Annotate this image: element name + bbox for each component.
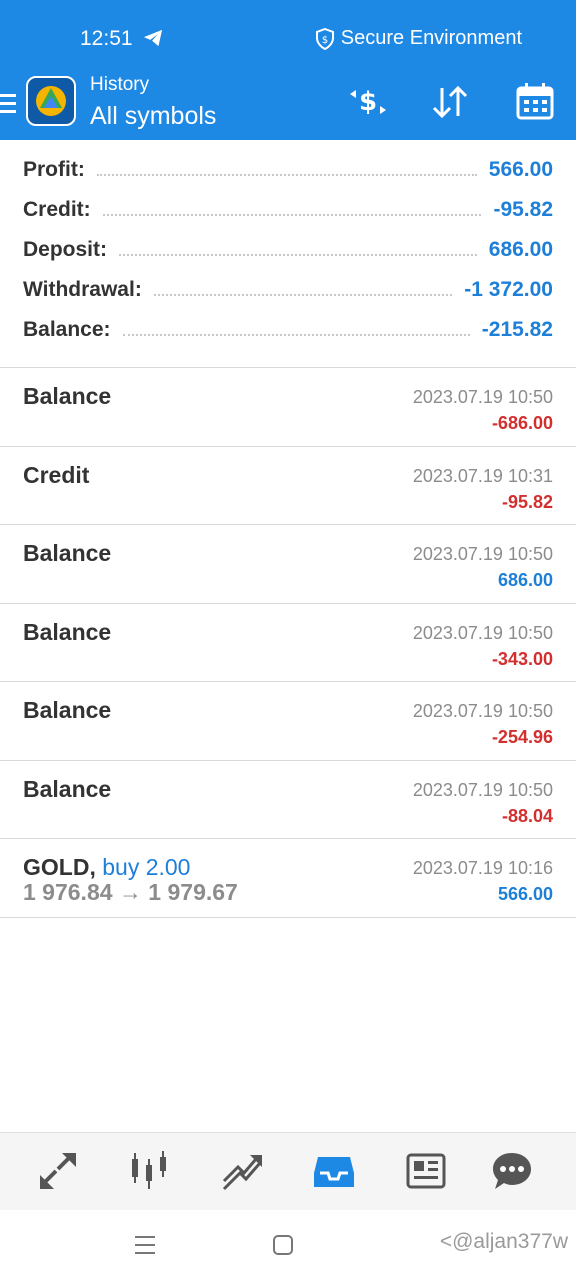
system-navigation-bar: <@aljan377w xyxy=(0,1210,576,1280)
summary-value: 566.00 xyxy=(488,158,553,181)
app-bar: History All symbols $ xyxy=(0,70,576,140)
deal-name: Balance xyxy=(23,383,112,409)
shield-icon: $ xyxy=(315,27,334,50)
history-list: Balance 2023.07.19 10:50 -686.00 Credit … xyxy=(0,367,576,918)
deal-time: 2023.07.19 10:31 xyxy=(412,465,553,486)
summary-row-profit: Profit: 566.00 xyxy=(0,150,576,190)
recent-apps-icon[interactable] xyxy=(132,1232,158,1258)
home-icon[interactable] xyxy=(270,1232,296,1258)
dotted-leader xyxy=(102,214,482,216)
history-summary: Profit: 566.00 Credit: -95.82 Deposit: 6… xyxy=(0,150,576,350)
list-item[interactable]: Balance 2023.07.19 10:50 -254.96 xyxy=(0,682,576,761)
trade-symbol: GOLD, xyxy=(23,854,96,880)
trade-action: buy 2.00 xyxy=(102,854,191,880)
deal-name: Balance xyxy=(23,618,112,645)
trade-prices: 1 976.84 → 1 979.67 xyxy=(23,879,238,905)
summary-label: Credit: xyxy=(23,198,91,221)
list-item[interactable]: Balance 2023.07.19 10:50 -686.00 xyxy=(0,368,576,447)
dotted-leader xyxy=(153,294,453,296)
quotes-icon[interactable] xyxy=(36,1149,80,1193)
summary-row-credit: Credit: -95.82 xyxy=(0,190,576,230)
svg-text:$: $ xyxy=(322,35,328,46)
summary-row-deposit: Deposit: 686.00 xyxy=(0,230,576,270)
summary-value: -1 372.00 xyxy=(464,278,553,301)
trade-icon[interactable] xyxy=(220,1149,264,1193)
summary-value: -215.82 xyxy=(481,318,553,341)
deal-time: 2023.07.19 10:50 xyxy=(412,779,553,800)
metatrader-logo-icon xyxy=(36,86,66,116)
deal-name: Balance xyxy=(23,775,112,802)
deal-name: Credit xyxy=(23,461,90,488)
deal-amount: 686.00 xyxy=(497,570,553,590)
currency-exchange-icon[interactable]: $ xyxy=(346,82,390,122)
appbar-title[interactable]: All symbols xyxy=(90,102,216,131)
summary-row-balance: Balance: -215.82 xyxy=(0,310,576,350)
deal-time: 2023.07.19 10:50 xyxy=(412,701,553,721)
deal-time: 2023.07.19 10:50 xyxy=(412,544,553,564)
deal-time: 2023.07.19 10:50 xyxy=(412,387,553,407)
appbar-subtitle: History xyxy=(90,74,150,95)
bottom-nav xyxy=(0,1132,576,1210)
deal-amount: -343.00 xyxy=(491,648,553,669)
deal-amount: -686.00 xyxy=(491,413,553,433)
deal-amount: 566.00 xyxy=(497,884,553,904)
messages-icon[interactable] xyxy=(490,1149,534,1193)
history-icon[interactable] xyxy=(312,1149,356,1193)
summary-row-withdrawal: Withdrawal: -1 372.00 xyxy=(0,270,576,310)
list-item[interactable]: Balance 2023.07.19 10:50 686.00 xyxy=(0,525,576,604)
deal-amount: -88.04 xyxy=(501,805,553,826)
dotted-leader xyxy=(122,334,470,336)
list-item[interactable]: Balance 2023.07.19 10:50 -343.00 xyxy=(0,604,576,682)
chart-icon[interactable] xyxy=(128,1149,172,1193)
status-time: 12:51 xyxy=(80,27,133,50)
telegram-icon xyxy=(143,29,163,47)
summary-label: Profit: xyxy=(23,158,85,181)
calendar-icon[interactable] xyxy=(513,82,557,122)
deal-amount: -254.96 xyxy=(491,727,553,747)
status-bar: 12:51 $ Secure Environment xyxy=(0,0,576,70)
summary-label: Balance: xyxy=(23,318,111,341)
list-item[interactable]: Balance 2023.07.19 10:50 -88.04 xyxy=(0,761,576,839)
trade-header: GOLD, buy 2.00 xyxy=(23,854,190,881)
news-icon[interactable] xyxy=(404,1149,448,1193)
sort-icon[interactable] xyxy=(428,82,472,122)
secure-label: Secure Environment xyxy=(340,27,522,49)
dotted-leader xyxy=(119,254,477,256)
watermark: <@aljan377w xyxy=(439,1230,568,1253)
deal-amount: -95.82 xyxy=(501,491,553,512)
deal-name: Balance xyxy=(23,540,112,566)
list-item[interactable]: Credit 2023.07.19 10:31 -95.82 xyxy=(0,447,576,525)
summary-label: Deposit: xyxy=(23,238,107,261)
deal-time: 2023.07.19 10:16 xyxy=(412,858,553,878)
deal-name: Balance xyxy=(23,697,112,723)
summary-value: 686.00 xyxy=(488,238,553,261)
summary-label: Withdrawal: xyxy=(23,278,142,301)
summary-value: -95.82 xyxy=(493,198,553,221)
menu-icon[interactable] xyxy=(0,92,16,116)
dotted-leader xyxy=(96,174,477,176)
trade-item[interactable]: GOLD, buy 2.00 1 976.84 → 1 979.67 2023.… xyxy=(0,839,576,918)
app-logo[interactable] xyxy=(26,76,76,126)
deal-time: 2023.07.19 10:50 xyxy=(412,622,553,643)
secure-environment: $ Secure Environment xyxy=(315,27,522,50)
svg-text:$: $ xyxy=(359,87,377,117)
